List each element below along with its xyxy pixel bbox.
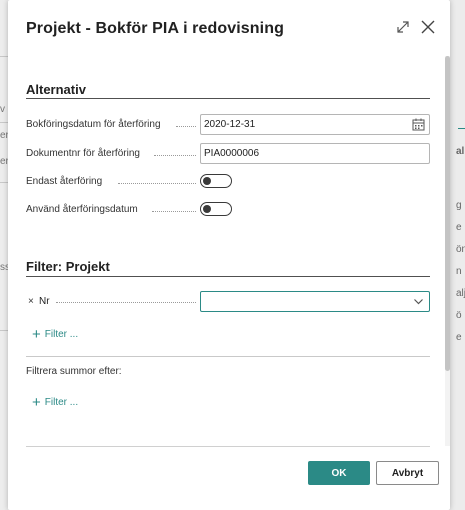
- post-wip-dialog: Projekt - Bokför PIA i redovisning Alter…: [8, 0, 450, 510]
- scrollbar-thumb[interactable]: [445, 56, 450, 371]
- add-filter-link[interactable]: + Filter ...: [32, 326, 78, 343]
- background-text: n: [456, 266, 462, 277]
- dialog-title: Projekt - Bokför PIA i redovisning: [26, 20, 284, 37]
- reversal-only-label: Endast återföring: [26, 176, 103, 187]
- filter-nr-select[interactable]: [200, 291, 430, 312]
- reversal-date-input[interactable]: 2020-12-31: [200, 114, 430, 135]
- plus-icon: +: [32, 394, 41, 411]
- filter-field-nr-label: Nr: [39, 296, 50, 307]
- reversal-docno-label: Dokumentnr för återföring: [26, 148, 140, 159]
- section-title-filter-projekt: Filter: Projekt: [26, 259, 110, 274]
- remove-filter-icon[interactable]: ×: [28, 296, 34, 307]
- background-text: ö: [456, 310, 462, 321]
- chevron-down-icon: [414, 299, 423, 305]
- background-text: g: [456, 200, 462, 211]
- reversal-date-label: Bokföringsdatum för återföring: [26, 119, 161, 130]
- section-title-alternativ: Alternativ: [26, 82, 86, 97]
- toggle-knob: [203, 204, 211, 213]
- label-leader-dots: [56, 302, 196, 303]
- background-text: alj: [456, 288, 465, 299]
- use-reversal-date-toggle[interactable]: [200, 202, 232, 216]
- background-text: e: [456, 222, 462, 233]
- section-rule: [26, 98, 430, 99]
- label-leader-dots: [176, 126, 196, 127]
- background-text: al: [456, 146, 465, 157]
- background-right-strip: al g e ön n alj ö e: [450, 0, 465, 510]
- plus-icon: +: [32, 326, 41, 343]
- background-text: v: [0, 104, 5, 115]
- background-accent-dash: [458, 128, 465, 129]
- calendar-icon[interactable]: [412, 118, 425, 131]
- close-icon[interactable]: [419, 18, 437, 36]
- cancel-button[interactable]: Avbryt: [376, 461, 439, 485]
- section-divider: [26, 356, 430, 357]
- add-filter-label: Filter ...: [44, 397, 79, 408]
- footer-divider: [26, 446, 430, 447]
- label-leader-dots: [152, 211, 196, 212]
- use-reversal-date-label: Använd återföringsdatum: [26, 204, 138, 215]
- expand-icon[interactable]: [394, 18, 412, 36]
- filter-totals-label: Filtrera summor efter:: [26, 366, 122, 377]
- ok-button[interactable]: OK: [308, 461, 370, 485]
- reversal-only-toggle[interactable]: [200, 174, 232, 188]
- toggle-knob: [203, 176, 211, 185]
- background-text: ön: [456, 244, 465, 255]
- label-leader-dots: [154, 155, 196, 156]
- section-rule: [26, 276, 430, 277]
- reversal-docno-input[interactable]: PIA0000006: [200, 143, 430, 164]
- add-totals-filter-link[interactable]: + Filter ...: [32, 394, 78, 411]
- reversal-docno-value: PIA0000006: [204, 148, 260, 159]
- label-leader-dots: [118, 183, 196, 184]
- add-filter-label: Filter ...: [44, 329, 79, 340]
- background-text: e: [456, 332, 462, 343]
- reversal-date-value: 2020-12-31: [204, 119, 256, 130]
